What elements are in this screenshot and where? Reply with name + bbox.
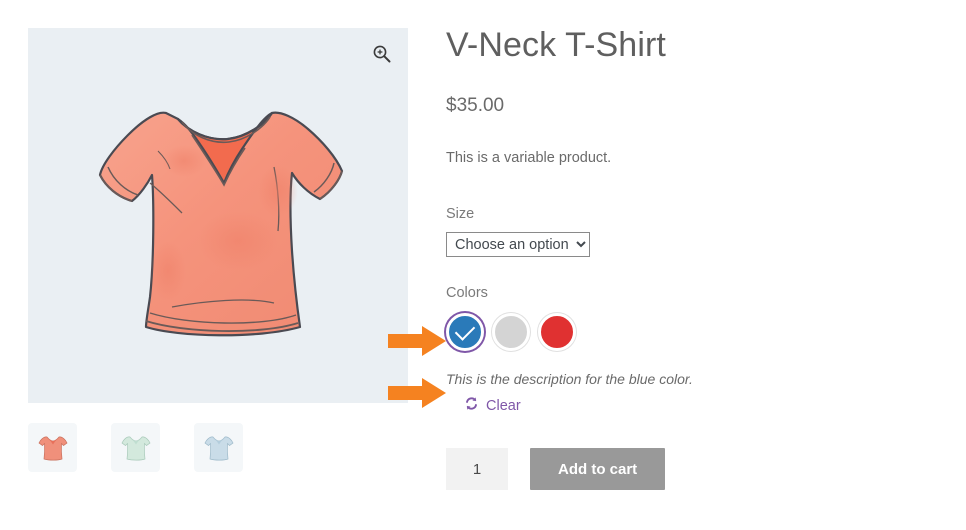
zoom-in-icon[interactable] [372,44,392,64]
quantity-input[interactable] [446,448,508,491]
clear-link[interactable]: Clear [486,398,521,414]
product-title: V-Neck T-Shirt [446,26,666,64]
product-summary: V-Neck T-Shirt $35.00 This is a variable… [446,26,916,491]
size-select[interactable]: Choose an option [446,232,590,258]
product-price: $35.00 [446,95,505,117]
colors-label: Colors [446,285,488,302]
product-gallery [28,28,408,403]
thumbnail-strip [28,423,243,472]
thumbnail-blue[interactable] [194,423,243,472]
check-icon [454,319,476,341]
swatch-red[interactable] [538,313,576,352]
refresh-icon [464,396,479,416]
add-to-cart-button[interactable]: Add to cart [530,448,666,491]
thumbnail-mint[interactable] [111,423,160,472]
color-description: This is the description for the blue col… [446,371,693,388]
tshirt-illustration [98,111,344,336]
main-product-image[interactable] [28,28,408,403]
thumbnail-tshirt-icon [204,436,233,460]
thumbnail-tshirt-icon [38,436,67,460]
clear-selection-row: Clear [446,396,916,416]
add-to-cart-row: Add to cart [446,448,916,491]
thumbnail-tshirt-icon [121,436,150,460]
thumbnail-salmon[interactable] [28,423,77,472]
color-swatch-list [446,313,916,352]
product-short-description: This is a variable product. [446,150,612,167]
swatch-blue[interactable] [446,313,484,352]
swatch-gray[interactable] [492,313,530,352]
attribute-colors: Colors [446,285,916,352]
size-label: Size [446,206,475,223]
attribute-size: Size Choose an option [446,206,916,258]
